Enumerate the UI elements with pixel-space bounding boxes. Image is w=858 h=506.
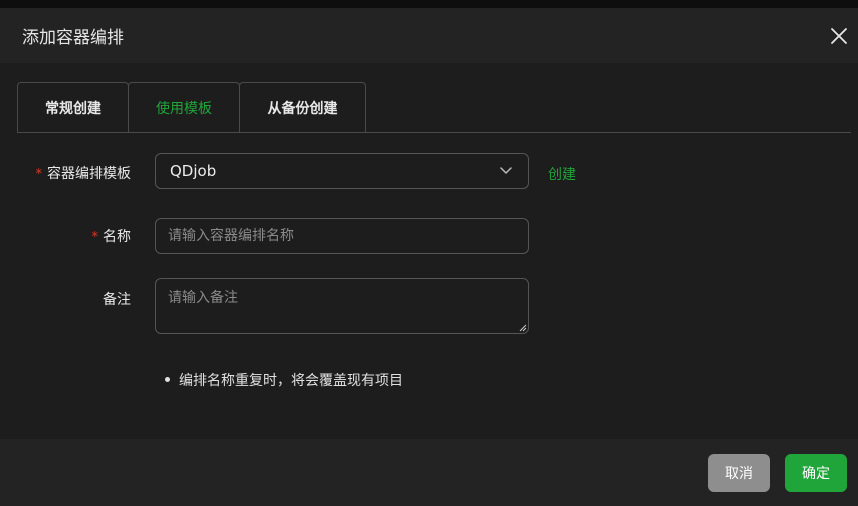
dialog-title: 添加容器编排 [22,28,124,48]
template-select[interactable]: QDjob [155,153,529,189]
create-template-link[interactable]: 创建 [548,164,576,184]
template-select-value: QDjob [170,162,217,180]
background-page [0,0,858,8]
cancel-button-label: 取消 [725,466,753,482]
required-mark: * [35,167,43,182]
tab-use-template[interactable]: 使用模板 [128,82,240,133]
close-icon [831,28,847,44]
add-compose-dialog: 添加容器编排 常规创建 使用模板 从备份创建 * 容器编排模板 QDjob 创建 … [0,8,858,506]
tab-from-backup[interactable]: 从备份创建 [239,82,366,132]
dialog-header: 添加容器编排 [0,8,858,63]
overwrite-hint: 编排名称重复时，将会覆盖现有项目 [165,370,403,390]
confirm-button[interactable]: 确定 [785,454,847,492]
tab-divider [17,132,851,133]
template-label: * 容器编排模板 [35,166,132,182]
tab-normal-create-label: 常规创建 [45,100,101,117]
close-button[interactable] [826,23,852,49]
required-mark: * [91,230,99,245]
cancel-button[interactable]: 取消 [708,454,770,492]
tab-use-template-label: 使用模板 [156,100,212,117]
bullet-icon [165,376,170,382]
remark-label: 备注 [103,292,131,308]
resize-grip-icon[interactable] [519,324,527,332]
confirm-button-label: 确定 [802,466,830,482]
name-input[interactable] [155,218,529,254]
tab-from-backup-label: 从备份创建 [267,100,338,117]
tab-normal-create[interactable]: 常规创建 [17,82,129,132]
remark-textarea[interactable] [155,278,529,334]
dialog-footer: 取消 确定 [0,439,858,506]
chevron-down-icon [500,167,512,174]
name-label: * 名称 [91,229,132,245]
